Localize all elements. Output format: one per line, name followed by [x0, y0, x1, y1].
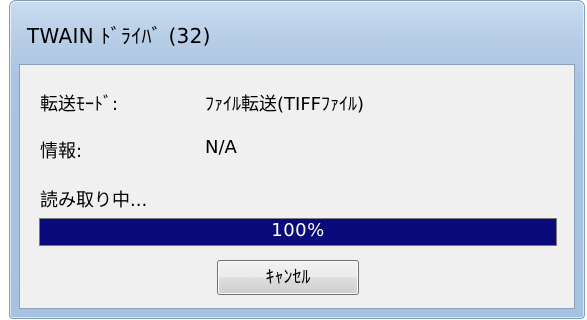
- cancel-button[interactable]: ｷｬﾝｾﾙ: [217, 260, 359, 295]
- transfer-mode-value: ﾌｧｲﾙ転送(TIFFﾌｧｲﾙ): [205, 94, 365, 115]
- dialog-window: TWAIN ﾄﾞﾗｲﾊﾞ (32) 転送ﾓｰﾄﾞ: ﾌｧｲﾙ転送(TIFFﾌｧｲ…: [9, 0, 585, 319]
- title-bar[interactable]: TWAIN ﾄﾞﾗｲﾊﾞ (32): [10, 1, 584, 63]
- status-text: 読み取り中...: [40, 190, 148, 211]
- info-value: N/A: [205, 137, 237, 158]
- progress-bar: 100%: [39, 218, 557, 246]
- transfer-mode-label: 転送ﾓｰﾄﾞ:: [40, 94, 119, 115]
- window-title: TWAIN ﾄﾞﾗｲﾊﾞ (32): [27, 24, 211, 48]
- info-label: 情報:: [40, 141, 83, 162]
- progress-label: 100%: [271, 220, 325, 241]
- dialog-body: 転送ﾓｰﾄﾞ: ﾌｧｲﾙ転送(TIFFﾌｧｲﾙ) 情報: N/A 読み取り中..…: [19, 64, 575, 309]
